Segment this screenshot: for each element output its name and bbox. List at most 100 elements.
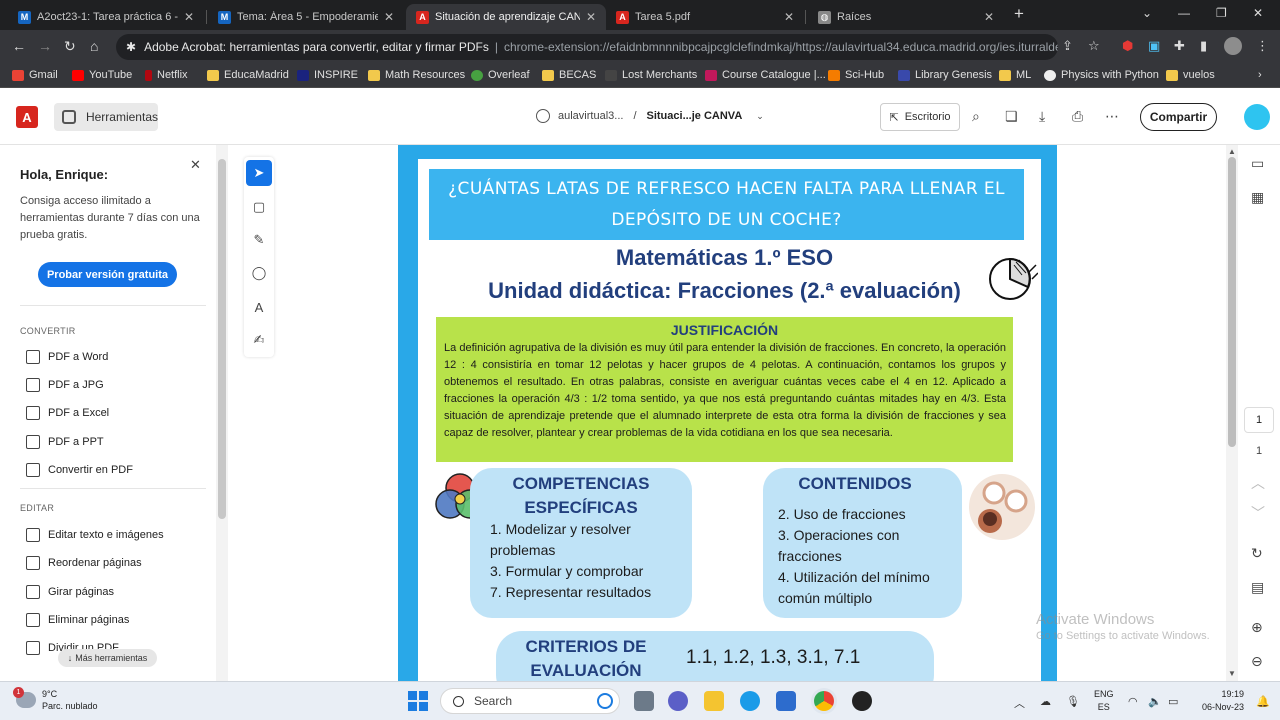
weather-widget[interactable]: 1 9°C Parc. nublado [13, 687, 98, 712]
pdf-to-word-item[interactable]: PDF a Word [26, 350, 108, 364]
rotate-pages-item[interactable]: Girar páginas [26, 585, 114, 599]
print-icon[interactable]: ⎙ [1072, 108, 1083, 125]
bookmarks-overflow-icon[interactable]: › [1258, 69, 1262, 81]
maximize-icon[interactable]: ❐ [1216, 6, 1227, 20]
task-view-icon[interactable] [634, 691, 654, 711]
bookmark-math-resources[interactable]: Math Resources [368, 69, 465, 81]
tab-search-icon[interactable]: ⌄ [1142, 6, 1152, 20]
current-page-field[interactable]: 1 [1244, 407, 1274, 433]
forward-icon[interactable]: → [38, 38, 52, 54]
window-close-icon[interactable]: ✕ [1253, 6, 1263, 20]
close-icon[interactable]: ✕ [586, 10, 596, 24]
back-icon[interactable]: ← [12, 38, 26, 54]
convert-to-pdf-item[interactable]: Convertir en PDF [26, 463, 133, 477]
github-desktop-icon[interactable] [852, 691, 872, 711]
edit-text-images-item[interactable]: Editar texto e imágenes [26, 528, 164, 542]
scrollbar-thumb[interactable] [218, 159, 226, 519]
reorder-pages-item[interactable]: Reordenar páginas [26, 556, 142, 570]
scrollbar-thumb[interactable] [1228, 157, 1236, 447]
new-tab-button[interactable]: + [1014, 4, 1024, 24]
highlight-pen-icon[interactable]: ✎ [246, 227, 272, 253]
bookmark-educamadrid[interactable]: EducaMadrid [207, 69, 289, 81]
side-panel-icon[interactable]: ▮ [1200, 38, 1207, 54]
select-cursor-icon[interactable]: ➤ [246, 160, 272, 186]
tab-raices[interactable]: ◍ Raíces ✕ [808, 4, 1004, 30]
refresh-icon[interactable]: ↻ [1251, 545, 1263, 562]
draw-freehand-icon[interactable]: ◯ [246, 260, 272, 286]
free-trial-button[interactable]: Probar versión gratuita [38, 262, 177, 287]
sidebar-scrollbar[interactable] [216, 145, 228, 681]
breadcrumb-document[interactable]: Situaci...je CANVA [647, 110, 743, 122]
add-comment-icon[interactable]: ▢ [246, 194, 272, 220]
store-icon[interactable] [776, 691, 796, 711]
taskbar-search[interactable]: Search [440, 688, 620, 714]
breadcrumb-site[interactable]: aulavirtual3... [558, 110, 623, 122]
bookmark-gmail[interactable]: Gmail [12, 69, 58, 81]
extensions-puzzle-icon[interactable]: ✚ [1174, 38, 1185, 54]
document-scrollbar[interactable]: ▲ ▼ [1226, 145, 1238, 681]
battery-icon[interactable]: ▭ [1168, 695, 1178, 708]
bookmark-sci-hub[interactable]: Sci-Hub [828, 69, 884, 81]
share-page-icon[interactable]: ⇪ [1062, 38, 1073, 54]
close-icon[interactable]: ✕ [384, 10, 394, 24]
download-icon[interactable]: ⤓ [1039, 108, 1045, 125]
acrobat-logo-icon[interactable]: A [16, 106, 38, 128]
bookmark-course-catalogue[interactable]: Course Catalogue |... [705, 69, 826, 81]
start-button[interactable] [408, 691, 428, 711]
bookmark-lost-merchants[interactable]: Lost Merchants [605, 69, 697, 81]
scroll-down-icon[interactable]: ▼ [1228, 669, 1236, 678]
close-icon[interactable]: ✕ [984, 10, 994, 24]
thumbnails-grid-icon[interactable]: ▦ [1251, 189, 1264, 206]
close-icon[interactable]: ✕ [784, 10, 794, 24]
onedrive-cloud-icon[interactable]: ☁ [1040, 695, 1051, 708]
pages-icon[interactable]: ❏ [1005, 108, 1018, 125]
delete-pages-item[interactable]: Eliminar páginas [26, 613, 129, 627]
screen-capture-icon[interactable]: ▣ [1148, 38, 1160, 54]
more-tools-button[interactable]: ↓ Más herramientas [58, 649, 157, 667]
document-info-icon[interactable]: ▤ [1251, 579, 1264, 596]
tab-tema-area5[interactable]: M Tema: Área 5 - Empoderamiento ✕ [208, 4, 404, 30]
microphone-icon[interactable]: 🎙 [1066, 695, 1080, 708]
teams-chat-icon[interactable] [668, 691, 688, 711]
bookmark-netflix[interactable]: Netflix [145, 69, 188, 81]
kebab-menu-icon[interactable]: ⋮ [1256, 38, 1269, 54]
volume-icon[interactable]: 🔈 [1148, 695, 1162, 708]
system-clock[interactable]: 19:19 06-Nov-23 [1194, 688, 1244, 714]
bookmark-star-icon[interactable]: ☆ [1088, 38, 1100, 54]
home-icon[interactable]: ⌂ [90, 38, 98, 54]
address-bar[interactable]: ✱ Adobe Acrobat: herramientas para conve… [116, 34, 1058, 60]
bookmark-vuelos[interactable]: vuelos [1166, 69, 1215, 81]
language-indicator[interactable]: ENG ES [1094, 688, 1114, 714]
edge-icon[interactable] [740, 691, 760, 711]
minimize-icon[interactable]: — [1178, 6, 1190, 20]
search-icon[interactable]: ⌕ [972, 108, 980, 125]
adobe-extension-icon[interactable]: ⬢ [1122, 38, 1133, 54]
close-icon[interactable]: ✕ [184, 10, 194, 24]
bookmark-library-genesis[interactable]: Library Genesis [898, 69, 992, 81]
sign-icon[interactable]: ✍ [246, 327, 272, 353]
scroll-up-icon[interactable]: ▲ [1228, 147, 1236, 156]
file-explorer-icon[interactable] [704, 691, 724, 711]
tools-button[interactable]: Herramientas [54, 103, 158, 131]
pdf-to-jpg-item[interactable]: PDF a JPG [26, 378, 104, 392]
pdf-to-excel-item[interactable]: PDF a Excel [26, 406, 109, 420]
page-down-icon[interactable]: ﹀ [1251, 503, 1265, 523]
zoom-out-icon[interactable]: ⊖ [1251, 653, 1263, 670]
profile-avatar[interactable] [1224, 37, 1242, 55]
pdf-to-ppt-item[interactable]: PDF a PPT [26, 435, 104, 449]
reload-icon[interactable]: ↻ [64, 38, 76, 55]
bookmark-overleaf[interactable]: Overleaf [471, 69, 530, 81]
page-up-icon[interactable]: ︿ [1251, 473, 1265, 493]
bookmark-becas[interactable]: BECAS [542, 69, 596, 81]
tab-tarea-practica[interactable]: M A2oct23-1: Tarea práctica 6 - Ni ✕ [8, 4, 204, 30]
open-desktop-button[interactable]: ⇱ Escritorio [880, 103, 960, 131]
share-button[interactable]: Compartir [1140, 103, 1217, 131]
chevron-down-icon[interactable]: ⌄ [756, 111, 764, 122]
show-hidden-icons-icon[interactable]: ︿ [1014, 695, 1025, 711]
close-icon[interactable]: ✕ [190, 157, 201, 173]
chrome-icon[interactable] [814, 691, 834, 711]
zoom-in-icon[interactable]: ⊕ [1251, 619, 1263, 636]
tab-tarea5[interactable]: A Tarea 5.pdf ✕ [606, 4, 804, 30]
bookmark-youtube[interactable]: YouTube [72, 69, 132, 81]
notification-bell-icon[interactable]: 🔔 [1256, 695, 1270, 708]
